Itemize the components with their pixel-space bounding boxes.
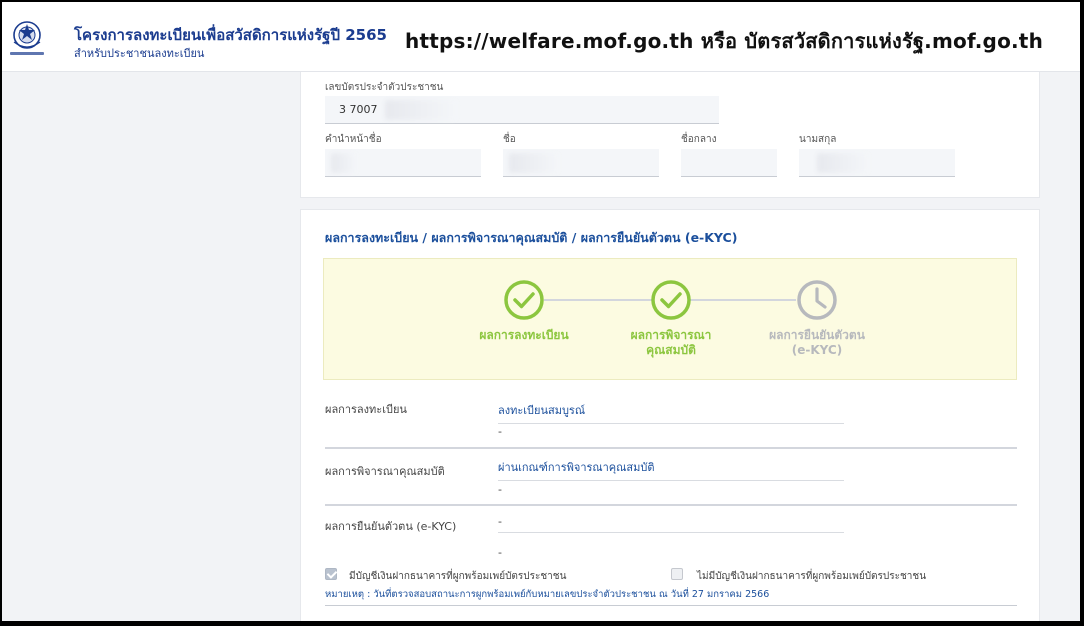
registration-result-detail: - xyxy=(498,425,502,438)
qualification-result-value: ผ่านเกณฑ์การพิจารณาคุณสมบัติ xyxy=(498,458,844,481)
clock-icon xyxy=(797,280,837,320)
check-circle-icon xyxy=(651,280,691,320)
registration-result-value: ลงทะเบียนสมบูรณ์ xyxy=(498,401,844,424)
ekyc-result-detail: - xyxy=(498,546,502,559)
row-divider xyxy=(325,504,1017,506)
check-circle-icon xyxy=(504,280,544,320)
program-subtitle: สำหรับประชาชนลงทะเบียน xyxy=(74,47,205,60)
redacted-prefix xyxy=(331,153,357,173)
id-card-value: 3 7007 xyxy=(339,103,378,116)
last-name-label: นามสกุล xyxy=(799,134,837,145)
ministry-of-finance-seal-icon xyxy=(10,21,44,55)
redacted-first-name xyxy=(509,153,559,173)
step-label-registration: ผลการลงทะเบียน xyxy=(479,328,569,342)
ekyc-result-label: ผลการยืนยันตัวตน (e-KYC) xyxy=(325,520,457,533)
ekyc-result-value: - xyxy=(498,515,844,533)
header-bar: โครงการลงทะเบียนเพื่อสวัสดิการแห่งรัฐปี … xyxy=(2,2,1080,72)
id-card-label: เลขบัตรประจำตัวประชาชน xyxy=(325,82,444,93)
middle-name-label: ชื่อกลาง xyxy=(681,134,717,145)
redacted-last-name xyxy=(817,153,869,173)
no-promptpay-account-label: ไม่มีบัญชีเงินฝากธนาคารที่ผูกพร้อมเพย์บั… xyxy=(697,571,927,582)
progress-stepper: ผลการลงทะเบียน ผลการพิจารณา คุณสมบัติ ผล… xyxy=(323,258,1017,380)
page-frame: โครงการลงทะเบียนเพื่อสวัสดิการแห่งรัฐปี … xyxy=(2,2,1080,621)
first-name-label: ชื่อ xyxy=(503,134,516,145)
registration-result-label: ผลการลงทะเบียน xyxy=(325,403,407,416)
row-divider xyxy=(325,447,1017,449)
results-card: ผลการลงทะเบียน / ผลการพิจารณาคุณสมบัติ /… xyxy=(300,209,1040,621)
results-section-title: ผลการลงทะเบียน / ผลการพิจารณาคุณสมบัติ /… xyxy=(325,230,738,245)
personal-info-card: เลขบัตรประจำตัวประชาชน 3 7007 คำนำหน้าชื… xyxy=(300,72,1040,198)
step-label-qualification: ผลการพิจารณา คุณสมบัติ xyxy=(630,328,712,357)
qualification-result-detail: - xyxy=(498,483,502,496)
no-promptpay-account-checkbox[interactable] xyxy=(671,568,683,580)
has-promptpay-account-label: มีบัญชีเงินฝากธนาคารที่ผูกพร้อมเพย์บัตรป… xyxy=(349,571,567,582)
redacted-id xyxy=(385,100,457,120)
step-connector xyxy=(544,299,652,301)
step-label-ekyc: ผลการยืนยันตัวตน (e-KYC) xyxy=(769,328,865,357)
note-text: หมายเหตุ : วันที่ตรวจสอบสถานะการผูกพร้อม… xyxy=(325,587,1017,606)
middle-name-field[interactable] xyxy=(681,149,777,177)
qualification-result-label: ผลการพิจารณาคุณสมบัติ xyxy=(325,465,445,478)
website-url-banner: https://welfare.mof.go.th หรือ บัตรสวัสด… xyxy=(405,29,1044,53)
prefix-label: คำนำหน้าชื่อ xyxy=(325,134,382,145)
step-connector xyxy=(690,299,796,301)
has-promptpay-account-checkbox[interactable] xyxy=(325,568,337,580)
